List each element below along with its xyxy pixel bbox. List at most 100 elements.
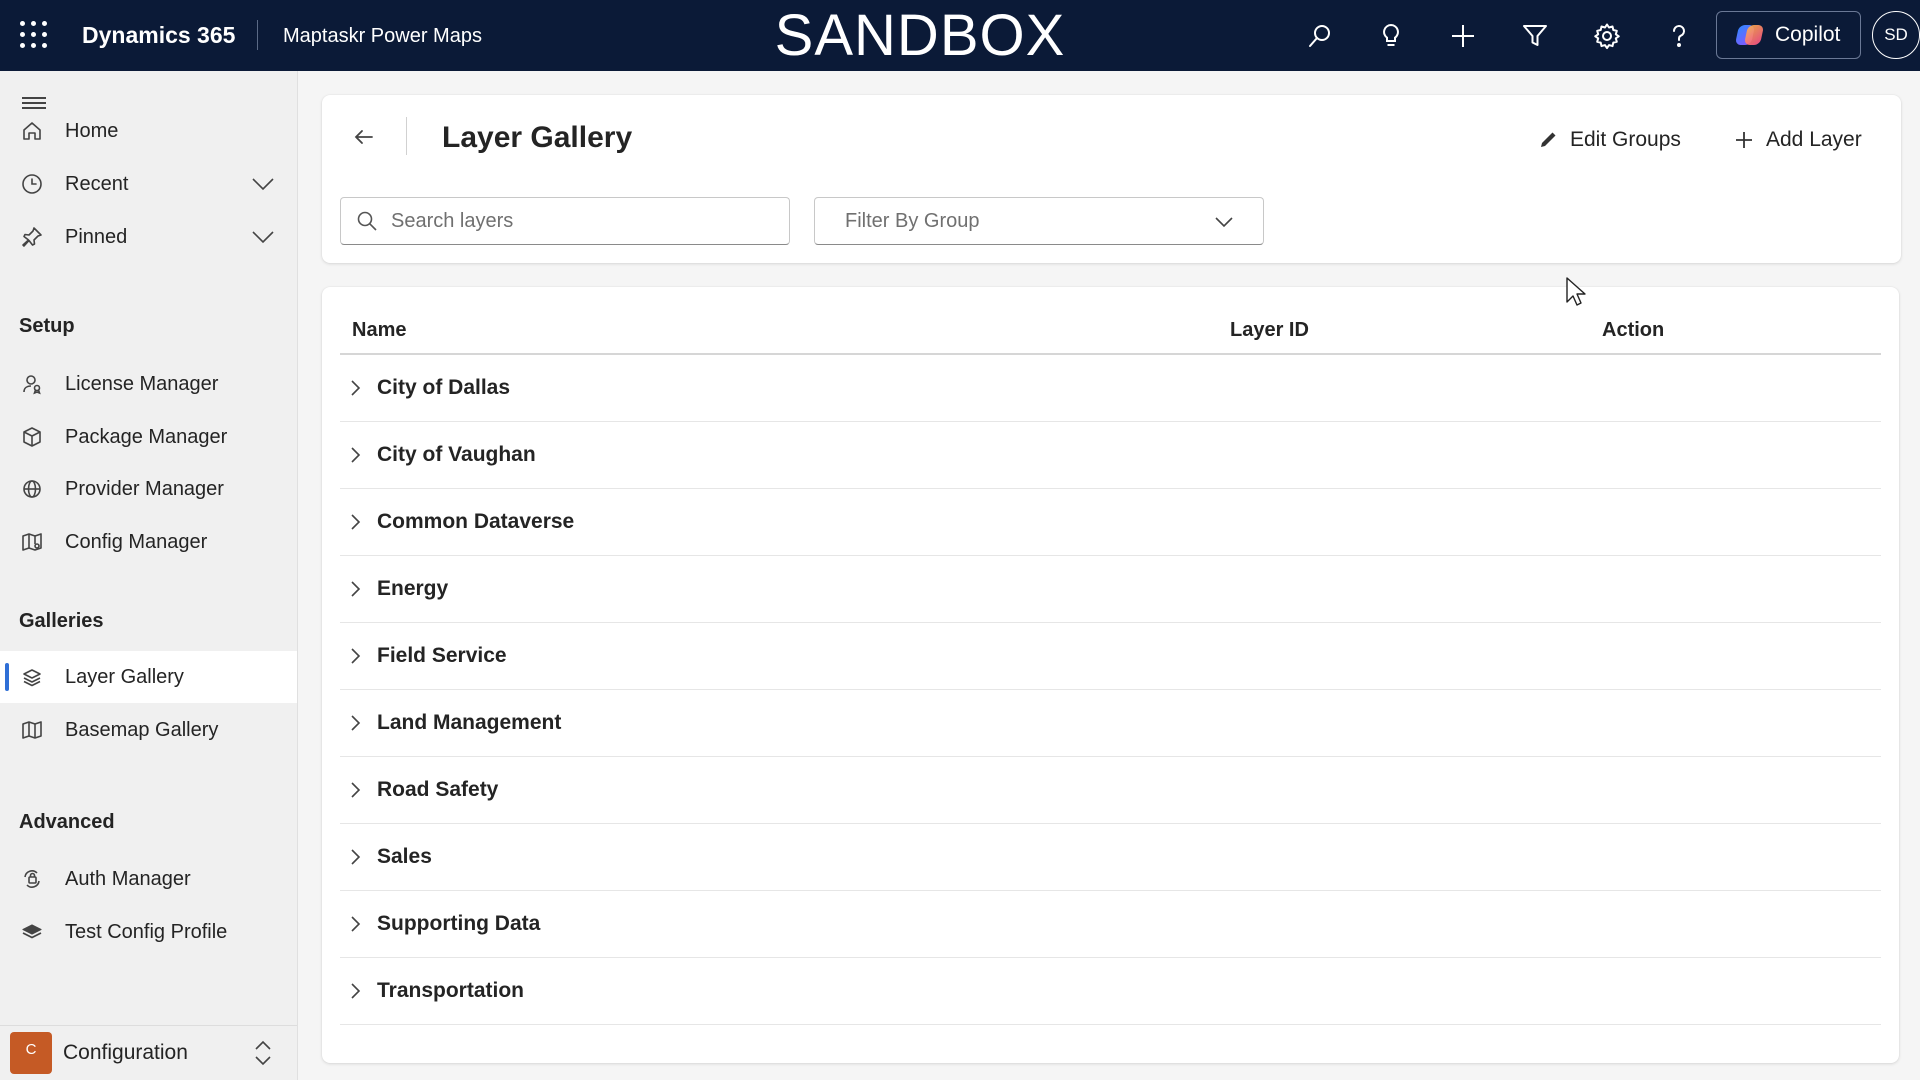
stack-icon — [20, 920, 44, 944]
license-icon — [20, 372, 44, 396]
chevron-right-icon[interactable] — [344, 511, 366, 533]
sidebar-section-advanced: Advanced — [19, 811, 115, 833]
table-row[interactable]: City of Dallas — [340, 355, 1881, 422]
plus-icon[interactable] — [1445, 18, 1481, 54]
header-divider — [406, 117, 407, 155]
table-row[interactable]: Road Safety — [340, 757, 1881, 824]
home-icon — [20, 119, 44, 143]
sidebar-item-label: License Manager — [65, 372, 219, 395]
table-row[interactable]: Common Dataverse — [340, 489, 1881, 556]
group-name: Transportation — [377, 979, 525, 1002]
sidebar-item-config-manager[interactable]: Config Manager — [0, 516, 297, 568]
arrow-left-icon — [354, 130, 373, 144]
sidebar-item-label: Package Manager — [65, 425, 228, 448]
chevron-down-icon[interactable] — [250, 171, 276, 197]
table-row[interactable]: Land Management — [340, 690, 1881, 757]
top-navigation-bar: Dynamics 365 Maptaskr Power Maps SANDBOX… — [0, 0, 1920, 71]
package-icon — [20, 425, 44, 449]
sidebar-item-test-config-profile[interactable]: Test Config Profile — [0, 906, 297, 958]
group-name: Common Dataverse — [377, 510, 575, 533]
sidebar-item-provider-manager[interactable]: Provider Manager — [0, 463, 297, 515]
topbar-divider — [257, 20, 258, 50]
globe-icon — [20, 477, 44, 501]
chevron-right-icon[interactable] — [344, 645, 366, 667]
sidebar-section-setup: Setup — [19, 315, 75, 337]
layer-table-card: Name Layer ID Action City of Dallas City… — [322, 287, 1899, 1063]
copilot-button[interactable]: Copilot — [1716, 11, 1861, 59]
column-header-layer-id[interactable]: Layer ID — [1230, 319, 1309, 342]
gear-icon[interactable] — [1589, 18, 1625, 54]
sidebar: Home Recent Pinned Setup License Manager… — [0, 71, 298, 1080]
chevron-up-down-icon — [255, 1040, 271, 1066]
environment-banner: SANDBOX — [774, 3, 1066, 68]
add-layer-button[interactable]: Add Layer — [1734, 123, 1862, 157]
column-header-name[interactable]: Name — [352, 319, 406, 342]
chevron-right-icon[interactable] — [344, 913, 366, 935]
area-badge: C — [10, 1032, 52, 1074]
brand-name[interactable]: Dynamics 365 — [82, 22, 235, 49]
copilot-icon — [1734, 23, 1765, 47]
clock-icon — [20, 172, 44, 196]
map-config-icon — [20, 530, 44, 554]
lightbulb-icon[interactable] — [1373, 18, 1409, 54]
app-launcher-icon[interactable] — [20, 21, 48, 49]
search-icon — [357, 211, 377, 231]
sidebar-item-auth-manager[interactable]: Auth Manager — [0, 853, 297, 905]
edit-groups-button[interactable]: Edit Groups — [1538, 123, 1681, 157]
sidebar-item-basemap-gallery[interactable]: Basemap Gallery — [0, 704, 297, 756]
chevron-right-icon[interactable] — [344, 846, 366, 868]
chevron-down-icon — [1215, 217, 1233, 228]
add-layer-label: Add Layer — [1766, 128, 1862, 151]
chevron-down-icon[interactable] — [250, 224, 276, 250]
sidebar-section-galleries: Galleries — [19, 610, 104, 632]
chevron-right-icon[interactable] — [344, 377, 366, 399]
search-input[interactable] — [391, 206, 771, 236]
chevron-right-icon[interactable] — [344, 779, 366, 801]
help-icon[interactable] — [1661, 18, 1697, 54]
search-icon[interactable] — [1302, 18, 1338, 54]
sidebar-item-package-manager[interactable]: Package Manager — [0, 411, 297, 463]
group-name: Sales — [377, 845, 432, 868]
chevron-right-icon[interactable] — [344, 578, 366, 600]
app-name[interactable]: Maptaskr Power Maps — [283, 25, 482, 48]
filter-icon[interactable] — [1517, 18, 1553, 54]
group-name: Land Management — [377, 711, 562, 734]
search-layers-box[interactable] — [340, 197, 790, 245]
filter-by-group-dropdown[interactable]: Filter By Group — [814, 197, 1264, 245]
sidebar-item-layer-gallery[interactable]: Layer Gallery — [0, 651, 297, 703]
mouse-cursor-icon — [1566, 277, 1586, 306]
sidebar-item-label: Auth Manager — [65, 867, 191, 890]
map-icon — [20, 718, 44, 742]
table-row[interactable]: Sales — [340, 824, 1881, 891]
chevron-right-icon[interactable] — [344, 712, 366, 734]
sidebar-item-label: Test Config Profile — [65, 920, 228, 943]
sidebar-item-label: Pinned — [65, 225, 128, 248]
chevron-right-icon[interactable] — [344, 444, 366, 466]
table-row[interactable]: Supporting Data — [340, 891, 1881, 958]
table-row[interactable]: City of Vaughan — [340, 422, 1881, 489]
sidebar-item-label: Config Manager — [65, 530, 208, 553]
column-header-action[interactable]: Action — [1602, 319, 1664, 342]
filter-placeholder: Filter By Group — [845, 210, 980, 232]
sidebar-item-recent[interactable]: Recent — [0, 158, 297, 210]
auth-icon — [20, 867, 44, 891]
pencil-icon — [1541, 132, 1556, 147]
back-button[interactable] — [347, 120, 381, 154]
group-name: City of Dallas — [377, 376, 511, 399]
area-switcher[interactable]: C Configuration — [0, 1025, 297, 1080]
chevron-right-icon[interactable] — [344, 980, 366, 1002]
table-row[interactable]: Field Service — [340, 623, 1881, 690]
table-row[interactable]: Transportation — [340, 958, 1881, 1025]
page-header-card: Layer Gallery Edit Groups Add Layer Filt… — [322, 95, 1901, 263]
copilot-label: Copilot — [1775, 23, 1841, 46]
sidebar-item-pinned[interactable]: Pinned — [0, 211, 297, 263]
sidebar-item-home[interactable]: Home — [0, 105, 297, 157]
plus-icon — [1736, 132, 1752, 148]
group-name: Road Safety — [377, 778, 499, 801]
user-avatar[interactable]: SD — [1872, 11, 1920, 59]
group-name: Energy — [377, 577, 449, 600]
table-row[interactable]: Energy — [340, 556, 1881, 623]
group-name: Supporting Data — [377, 912, 541, 935]
table-body: City of Dallas City of Vaughan Common Da… — [340, 355, 1881, 1025]
sidebar-item-license-manager[interactable]: License Manager — [0, 358, 297, 410]
